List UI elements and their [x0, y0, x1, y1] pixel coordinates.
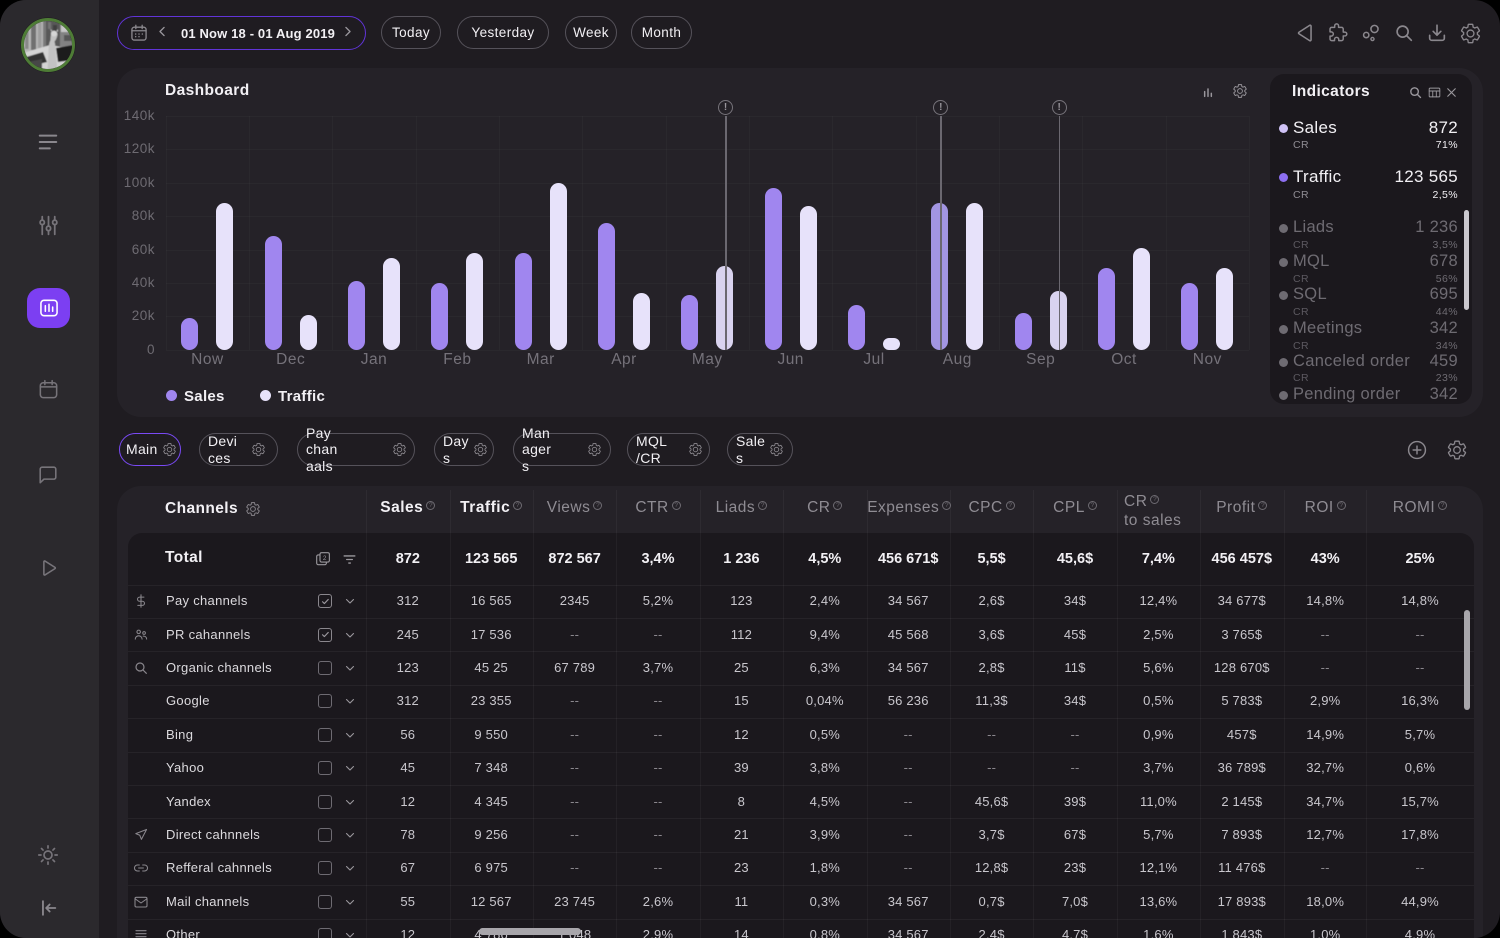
svg-text:2: 2 — [323, 555, 327, 562]
